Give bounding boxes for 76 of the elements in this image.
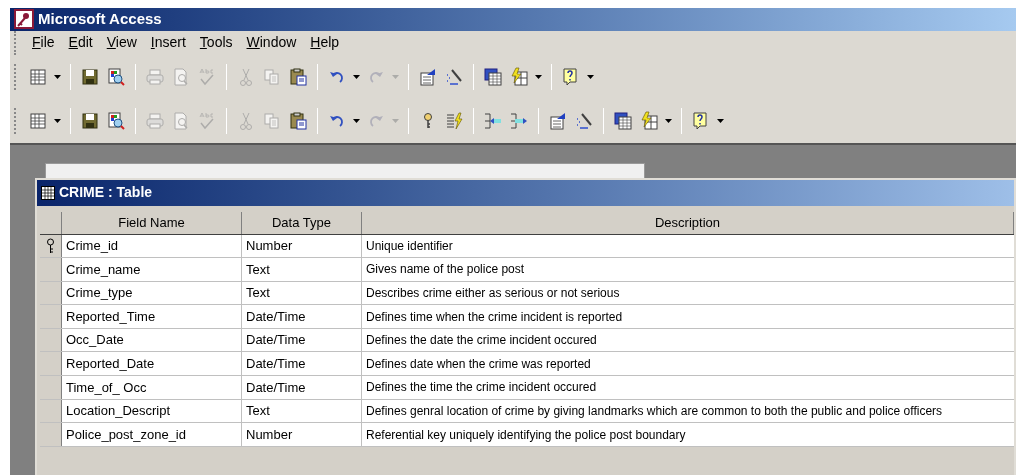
table-cell: Reported_Time	[62, 305, 242, 328]
table-icon	[41, 185, 55, 200]
document-magnifier-icon	[106, 110, 126, 131]
row-selector[interactable]	[40, 234, 62, 258]
pages-icon	[262, 110, 282, 131]
table-cell: Date/Time	[242, 328, 362, 352]
table-cell-text: Gives name of the police post	[365, 261, 526, 279]
printer-icon	[145, 66, 165, 87]
printer-icon	[145, 110, 165, 131]
table-cell: Text	[242, 258, 362, 281]
table-cell: Number	[242, 423, 362, 446]
table-cell: Text	[242, 281, 362, 305]
table-cell-text: Unique identifier	[365, 237, 454, 255]
grid-icon	[28, 66, 48, 87]
table-cell-text: Defines the date the crime incident occured	[365, 332, 598, 350]
delete-arrow-icon	[509, 110, 529, 131]
table-cell: Date/Time	[242, 305, 362, 328]
windows-icon	[613, 110, 633, 131]
menu-item[interactable]: Tools	[192, 32, 240, 53]
key-logo-icon	[14, 9, 34, 30]
menu-item[interactable]: File	[25, 32, 62, 53]
table-cell: Crime_id	[62, 234, 242, 258]
menu-item[interactable]: Window	[239, 32, 304, 53]
caret-icon	[353, 118, 360, 123]
pages-icon	[262, 66, 282, 87]
table-cell: Number	[242, 234, 362, 258]
toolbar-grip	[14, 107, 17, 134]
table-cell: Police_post_zone_id	[62, 423, 242, 446]
menu-item[interactable]: View	[99, 32, 144, 53]
table-cell: Date/Time	[242, 376, 362, 399]
key-icon	[46, 237, 55, 254]
lightning-list-icon	[444, 110, 464, 131]
table-cell-text: Referential key uniquely identifying the police post boundary	[365, 426, 687, 444]
window-title: Microsoft Access	[38, 9, 162, 29]
caret-icon	[665, 118, 672, 123]
table-cell: Reported_Date	[62, 352, 242, 376]
insert-arrow-icon	[483, 110, 503, 131]
table-title: CRIME : Table	[59, 183, 153, 202]
caret-icon	[717, 118, 724, 123]
document-arrow-icon	[548, 110, 568, 131]
document-arrow-icon	[418, 66, 438, 87]
menu-item[interactable]: Insert	[143, 32, 193, 53]
table-cell: Crime_type	[62, 281, 242, 305]
column-header[interactable]: Data Type	[242, 211, 362, 234]
menu-item[interactable]: Help	[303, 32, 347, 53]
caret-icon	[54, 74, 61, 79]
caret-icon	[54, 118, 61, 123]
table-cell-text: Describes crime either as serious or not serious	[365, 285, 621, 302]
table-cell: Crime_name	[62, 258, 242, 281]
caret-icon	[353, 74, 360, 79]
clipboard-icon	[288, 66, 308, 87]
table-cell-text: Defines time when the crime incident is reported	[365, 308, 624, 326]
table-cell: Text	[242, 399, 362, 423]
clipboard-icon	[288, 110, 308, 131]
table-cell-text: Defines the time the crime incident occured	[365, 379, 598, 397]
column-header[interactable]: Field Name	[62, 211, 242, 234]
table-cell-text: Defines date when the crime was reported	[365, 355, 592, 373]
toolbar-grip	[14, 63, 17, 90]
table-cell: Time_of_ Occ	[62, 376, 242, 399]
caret-icon	[587, 74, 594, 79]
check-mark-icon	[197, 66, 217, 87]
caret-icon	[392, 118, 399, 123]
table-cell: Location_Descript	[62, 399, 242, 423]
table-cell: Date/Time	[242, 352, 362, 376]
menu-item[interactable]: Edit	[61, 32, 100, 53]
lightning-grid-icon	[509, 66, 529, 87]
check-mark-icon	[197, 110, 217, 131]
column-header[interactable]: Description	[362, 211, 1014, 234]
caret-icon	[392, 74, 399, 79]
document-magnifier-icon	[106, 66, 126, 87]
grid-icon	[28, 110, 48, 131]
table-cell-text: Defines genral location of crime by giving landmarks which are common to both the public and police officers	[365, 402, 944, 420]
table-cell: Occ_Date	[62, 328, 242, 352]
windows-icon	[483, 66, 503, 87]
lightning-grid-icon	[639, 110, 659, 131]
caret-icon	[535, 74, 542, 79]
